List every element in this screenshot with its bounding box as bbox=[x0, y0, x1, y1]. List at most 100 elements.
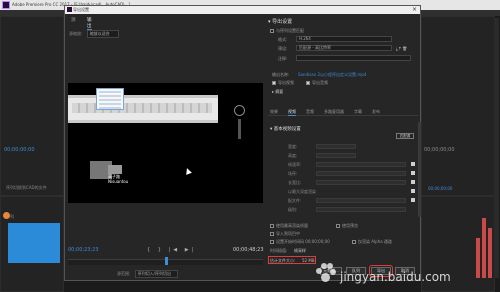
aspect-field[interactable] bbox=[316, 180, 406, 185]
field-order-field[interactable] bbox=[316, 171, 406, 176]
framerate-field[interactable] bbox=[316, 162, 406, 167]
video-row-field-order: 场序: bbox=[288, 171, 298, 176]
tab-captions[interactable]: 字幕 bbox=[354, 109, 362, 115]
match-sequence-checkbox[interactable] bbox=[270, 29, 274, 33]
bg-sequence-thumbnail[interactable] bbox=[8, 223, 60, 263]
use-previews-row[interactable]: 使用预览 bbox=[336, 223, 358, 229]
dialog-titlebar: 导出设置 × bbox=[65, 6, 420, 14]
video-row-framerate: 帧速率: bbox=[288, 162, 302, 167]
alpha-only-checkbox[interactable] bbox=[352, 240, 356, 244]
start-timecode-checkbox[interactable] bbox=[270, 240, 274, 244]
preset-action-icons[interactable]: ⤓ ⤒ 🗑 bbox=[396, 46, 407, 51]
width-field[interactable] bbox=[316, 144, 356, 149]
tab-audio[interactable]: 音频 bbox=[306, 109, 314, 115]
premiere-small-icon bbox=[67, 7, 72, 12]
alpha-only-row[interactable]: 仅渲染 Alpha 通道 bbox=[352, 239, 392, 245]
tab-effects[interactable]: 效果 bbox=[270, 109, 278, 115]
source-scaling: 源缩放: 缩放以适合 bbox=[69, 30, 119, 38]
source-scaling-select[interactable]: 缩放以适合 bbox=[86, 30, 119, 38]
start-timecode-row[interactable]: 设置开始时间码 00;00;00;00 bbox=[270, 239, 330, 245]
duration-timecode: 00;00;48;23 bbox=[233, 247, 264, 253]
aspect-checkbox[interactable] bbox=[411, 180, 415, 184]
format-select[interactable]: H.264 bbox=[296, 36, 392, 42]
estimated-size-value: 52 MB bbox=[302, 258, 315, 263]
bg-scrollbar[interactable] bbox=[494, 18, 499, 278]
export-settings-panel: ▾ 导出设置 与序列设置匹配 格式: H.264 预设: 匹配源 - 高比特率 … bbox=[268, 16, 421, 280]
export-settings-dialog: 导出设置 × 源 输出 源缩放: 缩放以适合 高子路 Nisuantou 00;… bbox=[64, 5, 421, 281]
video-row-aspect: 长宽比: bbox=[288, 180, 302, 185]
bg-timecode-right: 00;00;00;00 bbox=[424, 147, 455, 153]
step-forward-icon[interactable]: ▶| bbox=[185, 247, 197, 253]
tab-publish[interactable]: 发布 bbox=[372, 109, 380, 115]
max-quality-row[interactable]: 使用最高渲染质量 bbox=[270, 223, 308, 229]
height-field[interactable] bbox=[316, 153, 356, 158]
profile-field[interactable] bbox=[316, 198, 406, 203]
output-name-label: 输出名称: bbox=[272, 72, 290, 77]
export-video-checkbox[interactable] bbox=[272, 81, 276, 85]
transport-controls[interactable]: { } |◀ ▶| bbox=[147, 247, 196, 253]
max-depth-checkbox[interactable] bbox=[411, 189, 415, 193]
format-label: 格式: bbox=[278, 37, 288, 42]
preset-select[interactable]: 匹配源 - 高比特率 bbox=[296, 45, 392, 51]
source-scaling-label: 源缩放: bbox=[69, 31, 83, 36]
close-icon[interactable]: × bbox=[412, 6, 417, 13]
use-previews-checkbox[interactable] bbox=[336, 224, 340, 228]
dialog-title: 导出设置 bbox=[73, 7, 89, 12]
step-back-icon[interactable]: |◀ bbox=[169, 247, 181, 253]
settings-scrollbar[interactable] bbox=[418, 122, 421, 217]
playhead-handle[interactable] bbox=[165, 257, 168, 265]
preset-label: 预设: bbox=[278, 46, 288, 51]
paw-logo-icon bbox=[314, 262, 336, 284]
preview-caption: 高子路 Nisuantou bbox=[90, 161, 138, 189]
export-audio-checkbox[interactable] bbox=[306, 81, 310, 85]
source-range-label: 源范围: bbox=[117, 271, 131, 276]
cursor-icon bbox=[184, 167, 192, 175]
bg-left-panel bbox=[0, 16, 64, 196]
time-interp-label: 时间插值: bbox=[270, 248, 288, 253]
max-quality-checkbox[interactable] bbox=[270, 224, 274, 228]
match-source-button[interactable]: 匹配源 bbox=[396, 133, 414, 139]
comments-field[interactable] bbox=[296, 55, 411, 61]
preview-dropdown-menu bbox=[96, 88, 124, 110]
output-name-link[interactable]: Sandisan 2以小程序自定义设置.mp4 bbox=[298, 72, 366, 78]
mark-in-icon[interactable]: { bbox=[147, 247, 153, 253]
export-settings-header: ▾ 导出设置 bbox=[268, 19, 293, 25]
import-project-checkbox[interactable] bbox=[270, 232, 274, 236]
basic-video-settings-header[interactable]: ▾ 基本视频设置 bbox=[270, 126, 301, 132]
baidu-jingyan-watermark: jingyan.baidu.com bbox=[314, 262, 494, 288]
import-project-row[interactable]: 导入到项目中 bbox=[270, 231, 300, 237]
source-range-select[interactable]: 序列切入/序列切出 bbox=[134, 270, 178, 278]
source-range: 源范围: 序列切入/序列切出 bbox=[117, 270, 178, 278]
preview-nav-bar bbox=[238, 119, 241, 139]
preview-cad-ribbon bbox=[68, 95, 218, 123]
video-preview: 高子路 Nisuantou bbox=[68, 83, 263, 203]
export-audio-row[interactable]: 导出音频 bbox=[306, 80, 328, 86]
bg-orange-marker-icon[interactable] bbox=[3, 212, 10, 219]
current-timecode[interactable]: 00;00;23;23 bbox=[68, 247, 99, 253]
bg-sequence-label: 序列切换到CAD的文件 bbox=[6, 185, 47, 190]
mark-out-icon[interactable]: } bbox=[158, 247, 164, 253]
match-sequence-row[interactable]: 与序列设置匹配 bbox=[270, 28, 304, 34]
tab-source[interactable]: 源 bbox=[71, 17, 76, 23]
summary-toggle[interactable]: ▸ 摘要 bbox=[272, 89, 283, 95]
tab-multiplexer[interactable]: 多路复用器 bbox=[324, 109, 344, 115]
video-row-level: 级别: bbox=[288, 207, 298, 212]
field-order-checkbox[interactable] bbox=[411, 171, 415, 175]
caption-english: Nisuantou bbox=[108, 179, 129, 184]
framerate-checkbox[interactable] bbox=[411, 162, 415, 166]
level-field[interactable] bbox=[316, 207, 406, 212]
tab-video[interactable]: 视频 bbox=[288, 109, 296, 116]
bg-timecode-left: 00;00;00;00 bbox=[4, 147, 35, 153]
compass-icon bbox=[234, 105, 245, 116]
premiere-logo-icon bbox=[2, 1, 10, 9]
watermark-text: jingyan.baidu.com bbox=[340, 270, 451, 284]
video-row-profile: 配文件: bbox=[288, 198, 302, 203]
tab-output[interactable]: 输出 bbox=[87, 17, 92, 30]
video-row-max-depth[interactable]: 以最大深度渲染 bbox=[288, 189, 316, 195]
profile-checkbox[interactable] bbox=[411, 198, 415, 202]
bg-timeline-timecode: 00;00;00;00 bbox=[428, 186, 453, 191]
time-interp-select[interactable]: 帧采样 bbox=[294, 248, 306, 254]
export-video-row[interactable]: 导出视频 bbox=[272, 80, 294, 86]
settings-tabs: 效果 视频 音频 多路复用器 字幕 发布 bbox=[268, 108, 418, 116]
estimated-size-label: 估计文件大小: bbox=[270, 258, 296, 263]
